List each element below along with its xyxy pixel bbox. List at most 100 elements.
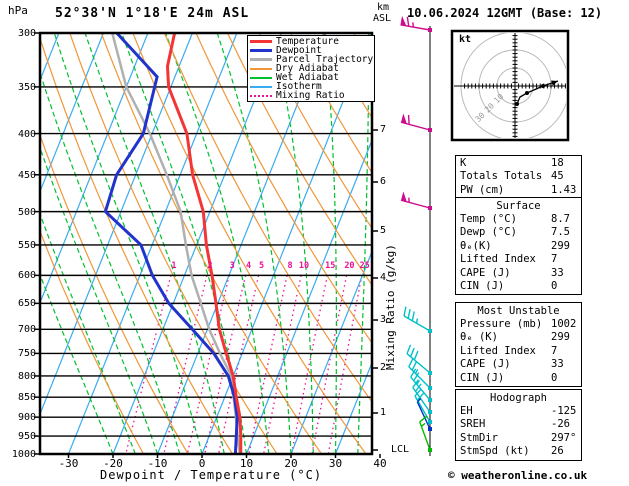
stats-row: Pressure (mb) 1002 bbox=[460, 318, 577, 330]
wind-barb bbox=[400, 113, 432, 132]
pressure-tick-label: 700 bbox=[17, 324, 36, 336]
mixing-ratio-axis-label: Mixing Ratio (g/kg) bbox=[384, 244, 397, 370]
stats-row: CIN (J) 0 bbox=[460, 279, 558, 292]
stats-value: 45 bbox=[551, 170, 564, 183]
stats-section-header: Hodograph bbox=[490, 392, 547, 404]
mixing-ratio-value-label: 1 bbox=[171, 261, 177, 271]
stats-value: 8.7 bbox=[551, 213, 570, 225]
stats-row: CIN (J) 0 bbox=[460, 371, 558, 384]
stats-row: Lifted Index 7 bbox=[460, 344, 558, 357]
stats-value: 33 bbox=[551, 266, 564, 279]
pressure-tick-label: 350 bbox=[17, 81, 36, 93]
stats-row: Totals Totals 45 bbox=[460, 170, 564, 183]
temp-tick-label: 30 bbox=[328, 457, 343, 470]
stats-box: Most Unstable Pressure (mb) 1002 θₑ (K) 299 L… bbox=[455, 302, 582, 387]
stats-value: 1.43 bbox=[551, 183, 577, 196]
stats-value: 299 bbox=[551, 331, 570, 344]
stats-row: EH -125 bbox=[460, 405, 577, 417]
legend-swatch bbox=[250, 67, 272, 70]
legend-row: Mixing Ratio bbox=[250, 91, 374, 100]
stats-row: Dewp (°C) 7.5 bbox=[460, 226, 570, 239]
pressure-tick-label: 400 bbox=[17, 128, 36, 140]
pressure-tick-label: 550 bbox=[17, 239, 36, 251]
legend-swatch bbox=[250, 76, 272, 79]
pressure-tick-label: 900 bbox=[17, 412, 36, 424]
pressure-tick-label: 950 bbox=[17, 431, 36, 443]
km-tick-label: 7 bbox=[380, 124, 387, 135]
stats-row: θₑ(K) 299 bbox=[460, 239, 570, 252]
legend-swatch bbox=[250, 94, 272, 97]
pressure-tick-label: 1000 bbox=[11, 449, 36, 460]
pressure-tick-label: 500 bbox=[17, 206, 36, 218]
pressure-tick-label: 450 bbox=[17, 169, 36, 181]
temp-tick-label: 10 bbox=[239, 457, 254, 470]
mixing-ratio-value-label: 10 bbox=[298, 261, 310, 271]
km-tick-label: 2 bbox=[380, 362, 387, 373]
stats-value: 7.5 bbox=[551, 226, 570, 239]
km-tick-label: 4 bbox=[380, 272, 387, 283]
pressure-tick-label: 750 bbox=[17, 348, 36, 360]
stats-row: StmDir 297° bbox=[460, 431, 577, 444]
station-title: 52°38'N 1°18'E 24m ASL bbox=[55, 6, 250, 21]
mixing-ratio-value-label: 25 bbox=[359, 261, 370, 271]
legend: Temperature Dewpoint Parcel Trajectory Dry … bbox=[247, 35, 375, 102]
temp-tick-label: 0 bbox=[198, 457, 206, 470]
stats-value: -125 bbox=[551, 405, 577, 417]
stats-value: 0 bbox=[551, 279, 558, 292]
hodograph-unit-label: kt bbox=[459, 34, 472, 45]
km-tick-label: 3 bbox=[380, 314, 387, 325]
asl-axis-label: ASL bbox=[373, 13, 392, 24]
stats-value: -26 bbox=[551, 418, 570, 431]
stats-value: 7 bbox=[551, 253, 558, 266]
legend-swatch bbox=[250, 40, 272, 43]
mixing-ratio-value-label: 15 bbox=[325, 261, 336, 271]
legend-swatch bbox=[250, 85, 272, 88]
stats-box: K 18 Totals Totals 45 PW (cm) 1.43 bbox=[455, 155, 582, 200]
pressure-tick-label: 300 bbox=[17, 28, 36, 39]
credit-footer: © weatheronline.co.uk bbox=[448, 469, 588, 482]
pressure-tick-label: 800 bbox=[17, 370, 36, 382]
km-axis-label: km bbox=[377, 2, 390, 13]
temp-tick-label: -30 bbox=[58, 457, 79, 470]
stats-row: SREH -26 bbox=[460, 418, 570, 431]
mixing-ratio-value-label: 4 bbox=[245, 261, 252, 271]
stats-row: Lifted Index 7 bbox=[460, 253, 558, 266]
legend-label: Mixing Ratio bbox=[276, 90, 345, 101]
stats-value: 33 bbox=[551, 358, 564, 371]
curve-parcel-trajectory bbox=[111, 33, 242, 454]
skewt-sounding-page: 10 20 30 hPa 52°38'N 1°18'E 24m ASL km ASL… bbox=[0, 0, 629, 486]
wind-barb bbox=[400, 191, 432, 210]
mixing-ratio-value-label: 3 bbox=[229, 261, 235, 271]
pressure-tick-label: 600 bbox=[17, 270, 36, 282]
stats-row: θₑ (K) 299 bbox=[460, 331, 570, 344]
km-tick-label: LCL bbox=[391, 444, 410, 455]
stats-row: Temp (°C) 8.7 bbox=[460, 213, 570, 225]
temp-tick-label: -20 bbox=[103, 457, 123, 470]
stats-value: 0 bbox=[551, 371, 558, 384]
stats-value: 18 bbox=[551, 157, 564, 169]
temp-tick-label: 40 bbox=[373, 457, 387, 470]
temperature-axis-label: Dewpoint / Temperature (°C) bbox=[100, 468, 323, 482]
stats-box: Surface Temp (°C) 8.7 Dewp (°C) 7.5 θₑ(K) 299 L… bbox=[455, 197, 582, 296]
legend-swatch bbox=[250, 58, 272, 61]
stats-value: 1002 bbox=[551, 318, 577, 330]
wind-barb bbox=[406, 344, 432, 375]
mixing-ratio-value-label: 2 bbox=[207, 261, 213, 271]
temp-tick-label: 20 bbox=[284, 457, 298, 470]
mixing-ratio-value-label: 8 bbox=[287, 261, 293, 271]
stats-row: PW (cm) 1.43 bbox=[460, 183, 577, 196]
pressure-tick-label: 650 bbox=[17, 298, 36, 310]
legend-swatch bbox=[250, 49, 272, 52]
wind-barb bbox=[403, 306, 432, 333]
valid-date: 10.06.2024 12GMT (Base: 12) bbox=[407, 6, 603, 20]
stats-row: K 18 bbox=[460, 157, 564, 169]
km-tick-label: 6 bbox=[380, 176, 387, 187]
mixing-ratio-value-label: 20 bbox=[344, 261, 355, 271]
stats-box: Hodograph EH -125 SREH -26 StmDir 297° StmSpd (… bbox=[455, 389, 582, 461]
temp-tick-label: -10 bbox=[147, 457, 168, 470]
stats-section-header: Most Unstable bbox=[477, 305, 560, 317]
km-tick-label: 1 bbox=[380, 407, 387, 418]
stats-section-header: Surface bbox=[496, 200, 541, 212]
curve-temperature bbox=[165, 33, 243, 454]
stats-row: StmSpd (kt) 26 bbox=[460, 445, 564, 458]
